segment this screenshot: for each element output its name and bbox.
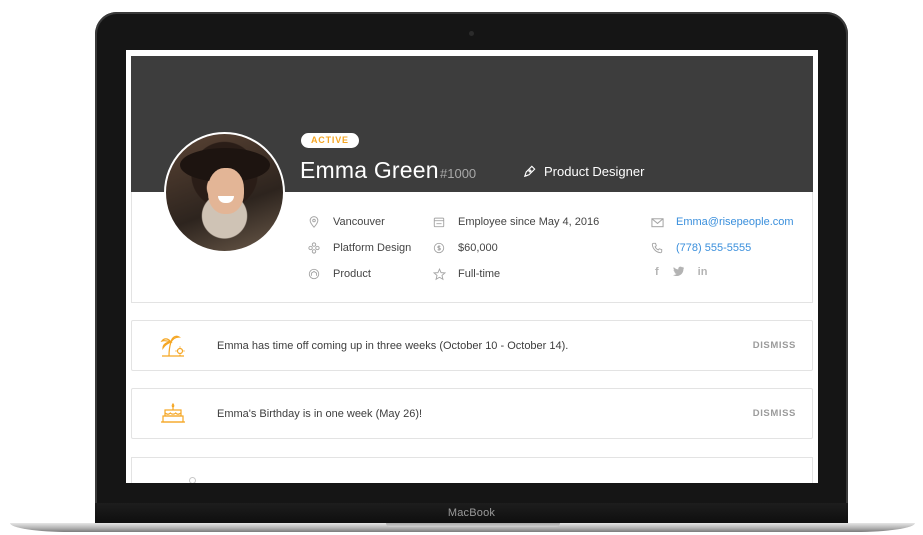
department-text: Product xyxy=(333,268,371,280)
location-text: Vancouver xyxy=(333,216,385,228)
linkedin-icon[interactable]: in xyxy=(698,266,708,279)
social-links: f in xyxy=(655,266,707,279)
team-text: Platform Design xyxy=(333,242,412,254)
team-icon xyxy=(307,241,321,255)
notice-card-partial xyxy=(131,457,813,483)
salary-icon xyxy=(432,241,446,255)
dismiss-button[interactable]: DISMISS xyxy=(753,340,796,351)
job-title: Product Designer xyxy=(522,164,644,179)
status-badge: ACTIVE xyxy=(301,133,359,148)
birthday-notice: Emma's Birthday is in one week (May 26)!… xyxy=(131,388,813,439)
dismiss-button[interactable]: DISMISS xyxy=(753,408,796,419)
twitter-icon[interactable] xyxy=(672,266,685,279)
facebook-icon[interactable]: f xyxy=(655,266,659,279)
job-title-label: Product Designer xyxy=(544,164,645,179)
laptop-brand-label: MacBook xyxy=(95,503,848,524)
pen-icon xyxy=(523,165,536,178)
screen: ACTIVE Emma Green #1000 Product Designer… xyxy=(126,50,818,483)
phone-link[interactable]: (778) 555-5555 xyxy=(676,242,751,254)
camera xyxy=(469,31,474,36)
star-icon xyxy=(432,267,446,281)
salary-text: $60,000 xyxy=(458,242,498,254)
location-icon xyxy=(307,215,321,229)
employment-type-row: Full-time xyxy=(432,267,500,281)
birthday-message: Emma's Birthday is in one week (May 26)! xyxy=(217,408,423,420)
location-row: Vancouver xyxy=(307,215,385,229)
employee-name: Emma Green xyxy=(300,157,439,183)
calendar-icon xyxy=(432,215,446,229)
department-row: Product xyxy=(307,267,371,281)
employment-start-row: Employee since May 4, 2016 xyxy=(432,215,599,229)
employment-type-text: Full-time xyxy=(458,268,501,280)
time-off-notice: Emma has time off coming up in three wee… xyxy=(131,320,813,371)
email-row[interactable]: Emma@risepeople.com xyxy=(650,215,794,229)
palm-tree-icon xyxy=(160,334,186,358)
phone-row[interactable]: (778) 555-5555 xyxy=(650,241,751,255)
phone-icon xyxy=(650,241,664,255)
time-off-message: Emma has time off coming up in three wee… xyxy=(217,340,569,352)
team-row: Platform Design xyxy=(307,241,411,255)
employee-id: #1000 xyxy=(440,166,477,181)
mail-icon xyxy=(650,215,664,229)
birthday-cake-icon xyxy=(160,402,186,426)
email-link[interactable]: Emma@risepeople.com xyxy=(676,216,794,228)
salary-row: $60,000 xyxy=(432,241,498,255)
employment-start-text: Employee since May 4, 2016 xyxy=(458,216,600,228)
avatar xyxy=(164,132,285,253)
department-icon xyxy=(307,267,321,281)
